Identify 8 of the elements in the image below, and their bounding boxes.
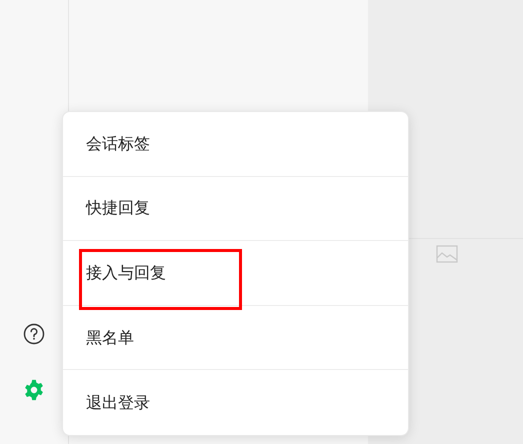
settings-icon[interactable] [23, 379, 45, 401]
menu-item[interactable]: 黑名单 [86, 326, 134, 350]
menu-item[interactable]: 会话标签 [86, 132, 150, 156]
menu-item[interactable]: 接入与回复 [86, 260, 166, 285]
menu-item[interactable]: 快捷回复 [86, 196, 150, 220]
help-icon[interactable] [23, 323, 45, 345]
image-icon[interactable] [436, 245, 458, 263]
menu-item[interactable]: 退出登录 [86, 390, 150, 415]
